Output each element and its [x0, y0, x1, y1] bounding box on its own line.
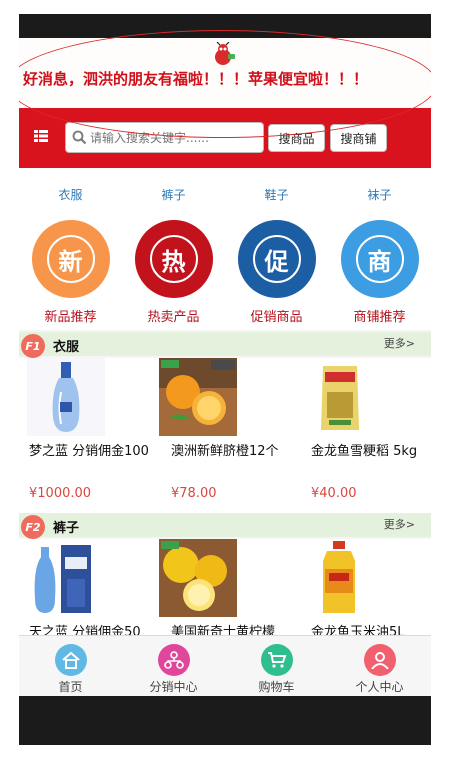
product-price: ¥78.00 — [171, 486, 217, 501]
home-icon — [54, 644, 87, 676]
section-title: 裤子 — [53, 521, 80, 536]
user-icon — [363, 644, 396, 676]
baijiu-bottle-box-image — [27, 539, 105, 617]
promo-icon: 促 — [237, 220, 316, 298]
tab-label: 分销中心 — [149, 680, 198, 694]
search-input[interactable] — [90, 128, 260, 148]
lemon-image — [159, 539, 237, 617]
more-link[interactable]: 更多> — [384, 516, 415, 532]
search-box[interactable] — [65, 122, 264, 153]
section-header-f2: F2 裤子 更多> — [19, 513, 431, 539]
product-row-f2: 天之蓝 分销佣金50 美国新奇士黄柠檬 金龙鱼玉米油5L — [19, 539, 431, 635]
category-socks[interactable]: 袜子 — [328, 186, 431, 203]
ant-mascot-icon — [215, 42, 235, 65]
feature-hot-products[interactable]: 热 热卖产品 — [122, 220, 225, 325]
search-bar: 搜商品 搜商铺 — [19, 108, 431, 168]
announcement-text: 好消息，泗洪的朋友有福啦！！！苹果便宜啦！！！ — [23, 70, 369, 88]
tab-distribution[interactable]: 分销中心 — [122, 644, 225, 695]
shop-icon: 商 — [340, 220, 419, 298]
product-name: 金龙鱼玉米油5L — [311, 625, 405, 635]
feature-shop-recommend[interactable]: 商 商铺推荐 — [328, 220, 431, 325]
oil-bottle-image — [301, 539, 379, 617]
rice-bag-image — [301, 358, 379, 436]
feature-label: 促销商品 — [250, 310, 303, 325]
feature-icons: 新 新品推荐 热 热卖产品 促 促销商品 商 商铺推荐 — [19, 216, 431, 330]
feature-new-products[interactable]: 新 新品推荐 — [19, 220, 122, 325]
product-name: 美国新奇士黄柠檬 — [171, 625, 276, 635]
system-nav-bar — [19, 696, 431, 745]
bottom-tab-bar: 首页 分销中心 购物车 个人中心 — [19, 635, 431, 696]
product-row-f1: 梦之蓝 分销佣金100 ¥1000.00 澳洲新鲜脐橙12个 ¥78.00 金龙… — [19, 358, 431, 514]
section-title: 衣服 — [53, 340, 80, 355]
floor-badge: F1 — [21, 334, 45, 358]
tab-label: 个人中心 — [355, 680, 404, 694]
tab-cart[interactable]: 购物车 — [225, 644, 328, 695]
category-pants[interactable]: 裤子 — [122, 186, 225, 203]
product-name: 梦之蓝 分销佣金100 — [29, 444, 149, 459]
search-shops-button[interactable]: 搜商铺 — [330, 124, 387, 152]
new-icon: 新 — [31, 220, 110, 298]
announcement-banner: 好消息，泗洪的朋友有福啦！！！苹果便宜啦！！！ — [19, 38, 431, 108]
search-icon — [72, 130, 87, 145]
status-bar — [19, 14, 431, 38]
category-clothes[interactable]: 衣服 — [19, 186, 122, 203]
more-link[interactable]: 更多> — [384, 335, 415, 351]
tab-label: 首页 — [58, 680, 83, 694]
feature-label: 商铺推荐 — [353, 310, 406, 325]
floor-badge: F2 — [21, 515, 45, 539]
product-card[interactable]: 天之蓝 分销佣金50 — [19, 539, 156, 635]
feature-label: 热卖产品 — [147, 310, 200, 325]
hot-icon: 热 — [134, 220, 213, 298]
product-name: 天之蓝 分销佣金50 — [29, 625, 141, 635]
section-header-f1: F1 衣服 更多> — [19, 332, 431, 358]
cart-icon — [260, 644, 293, 676]
network-icon — [157, 644, 190, 676]
product-card[interactable]: 金龙鱼玉米油5L — [293, 539, 430, 635]
phone-screen: 好消息，泗洪的朋友有福啦！！！苹果便宜啦！！！ 搜商品 搜商铺 衣服 裤子 鞋子… — [19, 14, 431, 745]
tab-label: 购物车 — [258, 680, 295, 694]
orange-image — [159, 358, 237, 436]
product-price: ¥1000.00 — [29, 486, 92, 501]
feature-promotions[interactable]: 促 促销商品 — [225, 220, 328, 325]
product-card[interactable]: 美国新奇士黄柠檬 — [156, 539, 293, 635]
category-shoes[interactable]: 鞋子 — [225, 186, 328, 203]
tab-profile[interactable]: 个人中心 — [328, 644, 431, 695]
baijiu-bottle-image — [27, 358, 105, 436]
feature-label: 新品推荐 — [44, 310, 97, 325]
tab-home[interactable]: 首页 — [19, 644, 122, 695]
category-links: 衣服 裤子 鞋子 袜子 — [19, 168, 431, 216]
category-grid-icon[interactable] — [34, 130, 48, 142]
product-name: 澳洲新鲜脐橙12个 — [171, 444, 279, 459]
search-goods-button[interactable]: 搜商品 — [268, 124, 325, 152]
product-name: 金龙鱼雪粳稻 5kg — [311, 444, 418, 459]
product-price: ¥40.00 — [311, 486, 357, 501]
